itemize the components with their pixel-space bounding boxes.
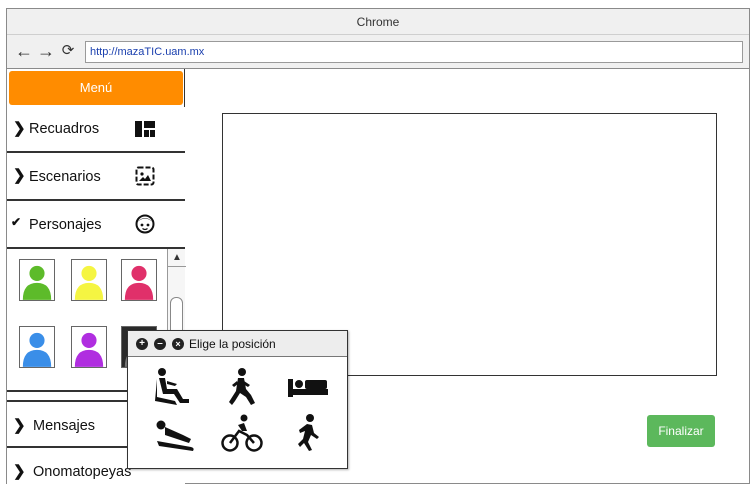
popup-header: + – × Elige la posición: [128, 331, 347, 357]
chevron-right-icon: ❯: [13, 120, 26, 137]
layout-grid-icon: [135, 119, 155, 139]
pose-popup: + – × Elige la posición: [127, 330, 348, 469]
menu-button[interactable]: Menú: [9, 71, 183, 105]
character-thumb[interactable]: [19, 259, 55, 301]
sledding-icon[interactable]: [153, 417, 197, 457]
sidebar-item-personajes[interactable]: ✔ Personajes: [7, 201, 185, 249]
sidebar-item-label: Mensajes: [33, 418, 96, 434]
sidebar-item-recuadros[interactable]: ❯ Recuadros: [7, 107, 185, 153]
chevron-right-icon: ❯: [13, 167, 26, 184]
running-icon[interactable]: [286, 413, 330, 453]
close-icon[interactable]: ×: [172, 338, 184, 350]
sitting-icon[interactable]: [153, 367, 197, 407]
add-icon[interactable]: +: [136, 338, 148, 350]
character-thumb[interactable]: [121, 259, 157, 301]
cycling-icon[interactable]: [220, 413, 264, 453]
navigation-bar: ← → ⟳ http://mazaTIC.uam.mx: [7, 35, 749, 69]
finalize-button[interactable]: Finalizar: [647, 415, 715, 447]
character-thumb[interactable]: [71, 326, 107, 368]
address-bar[interactable]: http://mazaTIC.uam.mx: [85, 41, 743, 63]
arrow-left-icon[interactable]: ←: [13, 40, 35, 62]
sidebar-item-label: Recuadros: [29, 121, 100, 137]
sidebar-item-label: Onomatopeyas: [33, 464, 132, 480]
chevron-right-icon: ❯: [13, 463, 26, 480]
character-thumb[interactable]: [19, 326, 55, 368]
sidebar-item-label: Escenarios: [29, 169, 101, 185]
sidebar-item-label: Personajes: [29, 217, 102, 233]
face-icon: [135, 214, 155, 234]
browser-window: Chrome ← → ⟳ http://mazaTIC.uam.mx Menú …: [6, 8, 750, 484]
character-thumb[interactable]: [71, 259, 107, 301]
window-title: Chrome: [7, 9, 749, 35]
chevron-right-icon: ❯: [13, 417, 26, 434]
scroll-up-icon[interactable]: ▲: [168, 249, 186, 267]
image-frame-icon: [135, 166, 155, 186]
reload-icon[interactable]: ⟳: [57, 40, 79, 62]
minimize-icon[interactable]: –: [154, 338, 166, 350]
kneeling-icon[interactable]: [220, 367, 264, 407]
popup-title: Elige la posición: [189, 337, 276, 351]
arrow-right-icon[interactable]: →: [35, 40, 57, 62]
sidebar-item-escenarios[interactable]: ❯ Escenarios: [7, 153, 185, 201]
chevron-down-icon: ✔: [11, 215, 22, 229]
lying-bed-icon[interactable]: [286, 367, 330, 407]
